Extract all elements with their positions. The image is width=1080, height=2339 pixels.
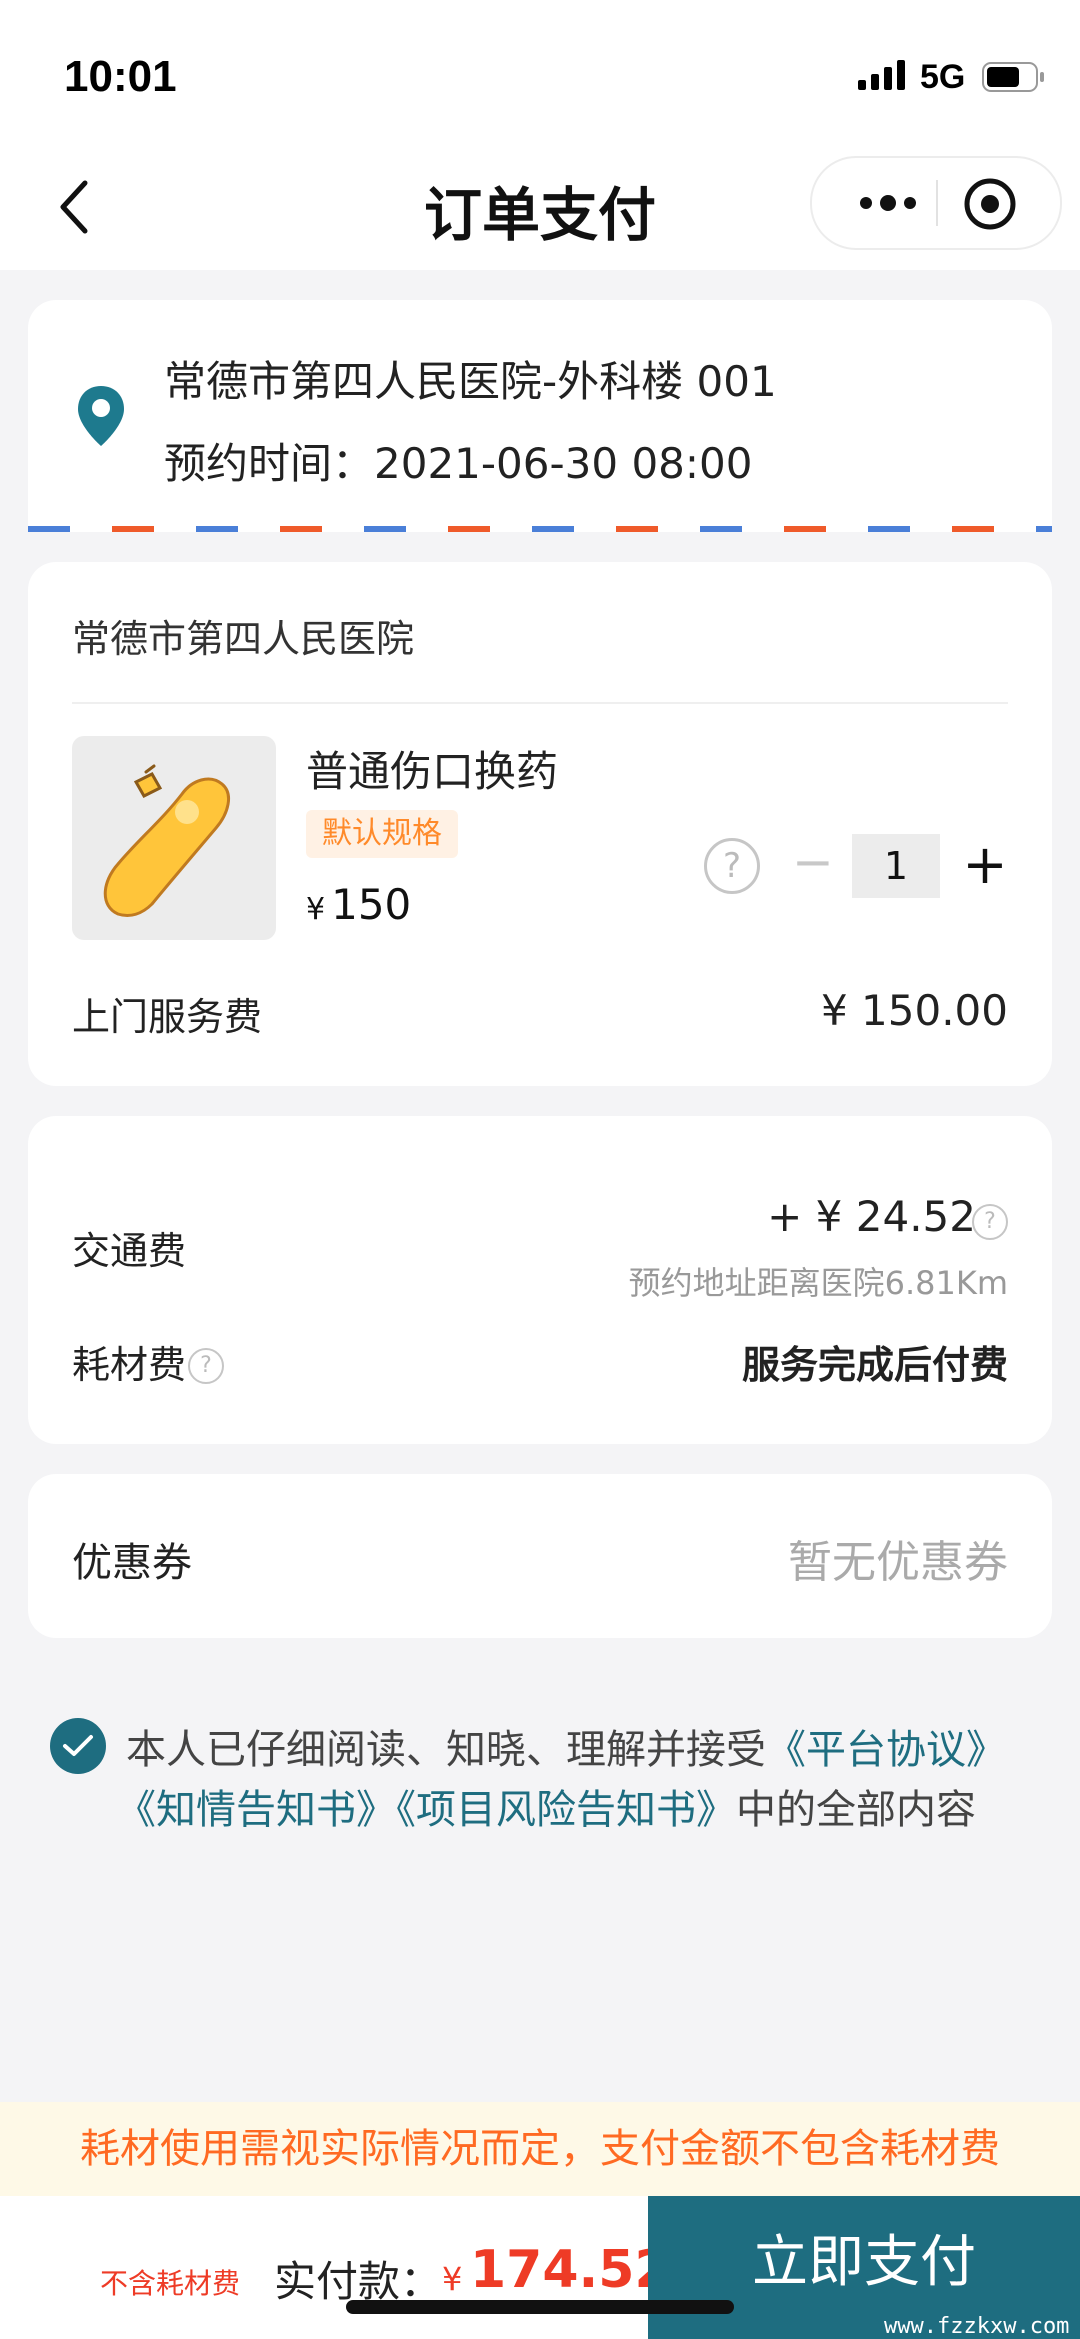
- hospital-name: 常德市第四人民医院: [72, 617, 415, 661]
- home-indicator: [346, 2300, 734, 2314]
- quantity-decrease-button[interactable]: −: [788, 834, 838, 890]
- price-value: 150: [331, 880, 412, 929]
- consumable-fee-value: 服务完成后付费: [741, 1343, 1008, 1387]
- agreement-prefix: 本人已仔细阅读、知晓、理解并接受: [126, 1727, 766, 1773]
- product-price: ¥150: [306, 880, 411, 929]
- paid-amount: 174.52: [470, 2240, 671, 2300]
- watermark: www.fzzkxw.com: [884, 2314, 1070, 2339]
- network-type: 5G: [920, 58, 966, 96]
- service-fee-label: 上门服务费: [72, 995, 263, 1039]
- coupon-label: 优惠券: [72, 1540, 192, 1586]
- quantity-input[interactable]: 1: [852, 834, 940, 898]
- coupon-row[interactable]: 优惠券 暂无优惠券: [28, 1474, 1052, 1638]
- target-icon: [964, 178, 1016, 230]
- signal-icon: [858, 60, 905, 90]
- risk-notice-link[interactable]: 《项目风险告知书》: [396, 1787, 736, 1833]
- nav-bar: 订单支付: [0, 150, 1080, 270]
- platform-agreement-link[interactable]: 《平台协议》: [766, 1727, 1006, 1773]
- agreement-checkbox[interactable]: [50, 1718, 106, 1774]
- quantity-increase-button[interactable]: +: [958, 834, 1012, 898]
- coupon-value: 暂无优惠券: [788, 1537, 1008, 1588]
- status-time: 10:01: [64, 52, 177, 101]
- paid-currency: ¥: [442, 2260, 463, 2298]
- agreement-suffix: 中的全部内容: [736, 1787, 976, 1833]
- excluded-fee-note: 不含耗材费: [100, 2267, 241, 2300]
- help-icon[interactable]: ?: [704, 838, 760, 894]
- price-currency: ¥: [306, 892, 326, 927]
- informed-consent-link[interactable]: 《知情告知书》: [116, 1787, 396, 1833]
- checkmark-icon: [63, 1735, 93, 1756]
- divider: [72, 702, 1008, 704]
- product-image: [72, 736, 276, 940]
- capsule-divider: [936, 180, 938, 226]
- close-miniprogram-button[interactable]: [958, 172, 1022, 236]
- appointment-time: 预约时间：2021-06-30 08:00: [164, 430, 753, 491]
- product-card: 常德市第四人民医院 普通伤口换药 默认规格 ¥150 ? − 1 + 上门服务费…: [28, 562, 1052, 1086]
- consumable-notice: 耗材使用需视实际情况而定，支付金额不包含耗材费: [0, 2102, 1080, 2196]
- appointment-time-label: 预约时间：: [164, 439, 375, 488]
- more-dots-icon: [860, 195, 916, 211]
- traffic-help-icon[interactable]: ?: [972, 1204, 1008, 1240]
- more-button[interactable]: [848, 178, 928, 228]
- traffic-fee-label: 交通费: [72, 1229, 187, 1273]
- traffic-fee-value: + ¥ 24.52: [767, 1192, 976, 1241]
- product-name: 普通伤口换药: [306, 747, 559, 796]
- address-card[interactable]: 常德市第四人民医院-外科楼 001 预约时间：2021-06-30 08:00: [28, 300, 1052, 532]
- fees-card: 交通费 + ¥ 24.52 ? 预约地址距离医院6.81Km 耗材费 ? 服务完…: [28, 1116, 1052, 1444]
- mini-program-capsule: [810, 156, 1062, 250]
- airmail-stripe: [28, 526, 1052, 532]
- location-pin-icon: [78, 386, 124, 446]
- bandage-illustration-icon: [103, 764, 231, 918]
- appointment-time-value: 2021-06-30 08:00: [374, 439, 753, 488]
- service-fee-value: ¥ 150.00: [820, 986, 1008, 1035]
- status-bar: 10:01 5G: [0, 0, 1080, 150]
- agreement-text: 本人已仔细阅读、知晓、理解并接受《平台协议》 《知情告知书》《项目风险告知书》中…: [116, 1720, 1046, 1840]
- spec-badge: 默认规格: [306, 810, 458, 858]
- consumable-fee-label: 耗材费: [72, 1343, 187, 1387]
- hospital-address: 常德市第四人民医院-外科楼 001: [164, 357, 777, 406]
- consumable-help-icon[interactable]: ?: [188, 1348, 224, 1384]
- traffic-distance-note: 预约地址距离医院6.81Km: [628, 1264, 1008, 1302]
- battery-icon: [982, 62, 1044, 92]
